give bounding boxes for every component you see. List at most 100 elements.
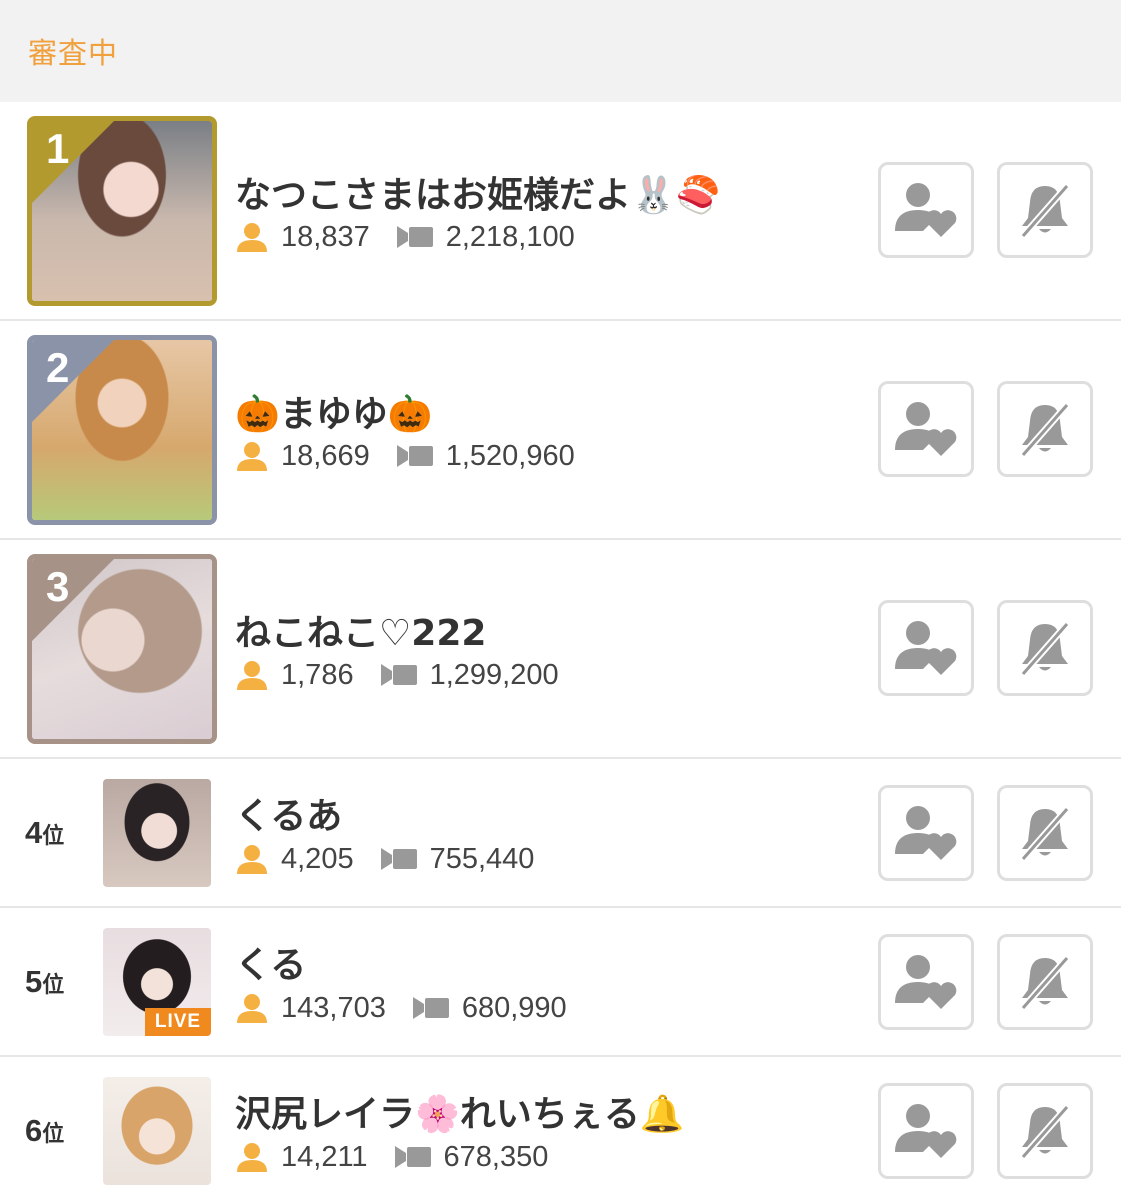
stats: 1,786 1,299,200 (235, 655, 559, 695)
rank-number: 5 (25, 964, 43, 999)
rank-suffix: 位 (42, 972, 65, 997)
follow-button[interactable] (878, 785, 974, 881)
follow-button[interactable] (878, 1083, 974, 1179)
follow-button[interactable] (878, 600, 974, 696)
person-icon (237, 1143, 267, 1172)
follow-button[interactable] (878, 381, 974, 477)
avatar[interactable] (103, 1077, 211, 1185)
broadcaster-name[interactable]: 🎃まゆゆ🎃 (235, 385, 433, 437)
follower-count-value: 1,786 (281, 658, 354, 691)
follow-heart-icon (895, 806, 957, 860)
view-count: 755,440 (380, 842, 535, 876)
person-icon (237, 994, 267, 1023)
rank-badge-corner (32, 121, 114, 203)
rank-suffix: 位 (42, 1121, 65, 1146)
page-header: 審査中 (0, 0, 1121, 102)
notification-toggle-button[interactable] (997, 162, 1093, 258)
broadcaster-name[interactable]: くる (235, 936, 306, 988)
avatar-image (103, 779, 211, 887)
follow-heart-icon (895, 402, 957, 456)
notification-toggle-button[interactable] (997, 934, 1093, 1030)
stats: 4,205 755,440 (235, 839, 534, 879)
broadcaster-name[interactable]: ねこねこ♡222 (235, 604, 486, 656)
stats: 143,703 680,990 (235, 988, 567, 1028)
notification-toggle-button[interactable] (997, 381, 1093, 477)
follow-heart-icon (895, 1104, 957, 1158)
person-icon (237, 442, 267, 471)
follow-heart-icon (895, 183, 957, 237)
person-icon (237, 223, 267, 252)
view-count-value: 2,218,100 (445, 220, 575, 253)
view-count-value: 680,990 (461, 991, 567, 1024)
bell-off-icon (1020, 1104, 1070, 1160)
follower-count: 18,837 (235, 221, 370, 254)
view-count-value: 678,350 (443, 1140, 549, 1173)
ranking-row-6[interactable]: 6位 沢尻レイラ🌸れいちぇる🔔 14,211 678,350 (0, 1057, 1121, 1200)
avatar[interactable] (103, 779, 211, 887)
bell-off-icon (1020, 955, 1070, 1011)
bell-off-icon (1020, 183, 1070, 239)
ranking-row-1[interactable]: 1 なつこさまはお姫様だよ🐰🍣 18,837 2,218,100 (0, 102, 1121, 321)
view-count: 680,990 (412, 992, 567, 1025)
view-count: 2,218,100 (396, 221, 575, 254)
avatar-rank-1[interactable]: 1 (27, 116, 217, 306)
stats: 14,211 678,350 (235, 1137, 548, 1177)
stats: 18,837 2,218,100 (235, 217, 575, 257)
notification-toggle-button[interactable] (997, 600, 1093, 696)
view-count-value: 1,520,960 (445, 439, 575, 472)
rank-number: 3 (46, 563, 70, 610)
follower-count-value: 18,837 (281, 220, 370, 253)
view-count: 1,299,200 (380, 659, 559, 692)
follow-button[interactable] (878, 934, 974, 1030)
rank-number: 2 (46, 344, 70, 391)
bell-off-icon (1020, 806, 1070, 862)
notification-toggle-button[interactable] (997, 1083, 1093, 1179)
avatar-rank-2[interactable]: 2 (27, 335, 217, 525)
follower-count: 18,669 (235, 440, 370, 473)
avatar[interactable]: LIVE (103, 928, 211, 1036)
bell-off-icon (1020, 621, 1070, 677)
ranking-row-5[interactable]: 5位 LIVE くる 143,703 680,990 (0, 908, 1121, 1057)
rank-suffix: 位 (42, 823, 65, 848)
video-camera-icon (396, 226, 433, 248)
follower-count: 4,205 (235, 843, 354, 876)
follower-count-value: 18,669 (281, 439, 370, 472)
follower-count: 14,211 (235, 1141, 368, 1174)
follower-count: 143,703 (235, 992, 386, 1025)
ranking-row-2[interactable]: 2 🎃まゆゆ🎃 18,669 1,520,960 (0, 321, 1121, 540)
rank-label: 5位 (25, 964, 64, 1000)
video-camera-icon (380, 664, 417, 686)
rank-number: 1 (46, 125, 70, 172)
follower-count-value: 4,205 (281, 842, 354, 875)
video-camera-icon (396, 445, 433, 467)
view-count: 1,520,960 (396, 440, 575, 473)
ranking-row-4[interactable]: 4位 くるあ 4,205 755,440 (0, 759, 1121, 908)
follow-heart-icon (895, 955, 957, 1009)
follow-heart-icon (895, 621, 957, 675)
avatar-rank-3[interactable]: 3 (27, 554, 217, 744)
rank-label: 6位 (25, 1113, 64, 1149)
live-badge: LIVE (145, 1008, 211, 1036)
follower-count-value: 14,211 (281, 1140, 368, 1173)
view-count-value: 755,440 (429, 842, 535, 875)
broadcaster-name[interactable]: くるあ (235, 787, 342, 839)
broadcaster-name[interactable]: なつこさまはお姫様だよ🐰🍣 (235, 166, 721, 218)
bell-off-icon (1020, 402, 1070, 458)
follower-count: 1,786 (235, 659, 354, 692)
follow-button[interactable] (878, 162, 974, 258)
notification-toggle-button[interactable] (997, 785, 1093, 881)
review-status-label: 審査中 (28, 36, 119, 70)
stats: 18,669 1,520,960 (235, 436, 575, 476)
person-icon (237, 845, 267, 874)
view-count-value: 1,299,200 (429, 658, 559, 691)
rank-label: 4位 (25, 815, 64, 851)
video-camera-icon (412, 997, 449, 1019)
rank-badge-corner (32, 340, 114, 422)
video-camera-icon (380, 848, 417, 870)
view-count: 678,350 (394, 1140, 549, 1174)
person-icon (237, 661, 267, 690)
ranking-row-3[interactable]: 3 ねこねこ♡222 1,786 1,299,200 (0, 540, 1121, 759)
rank-number: 4 (25, 815, 43, 850)
broadcaster-name[interactable]: 沢尻レイラ🌸れいちぇる🔔 (235, 1085, 685, 1137)
rank-badge-corner (32, 559, 114, 641)
